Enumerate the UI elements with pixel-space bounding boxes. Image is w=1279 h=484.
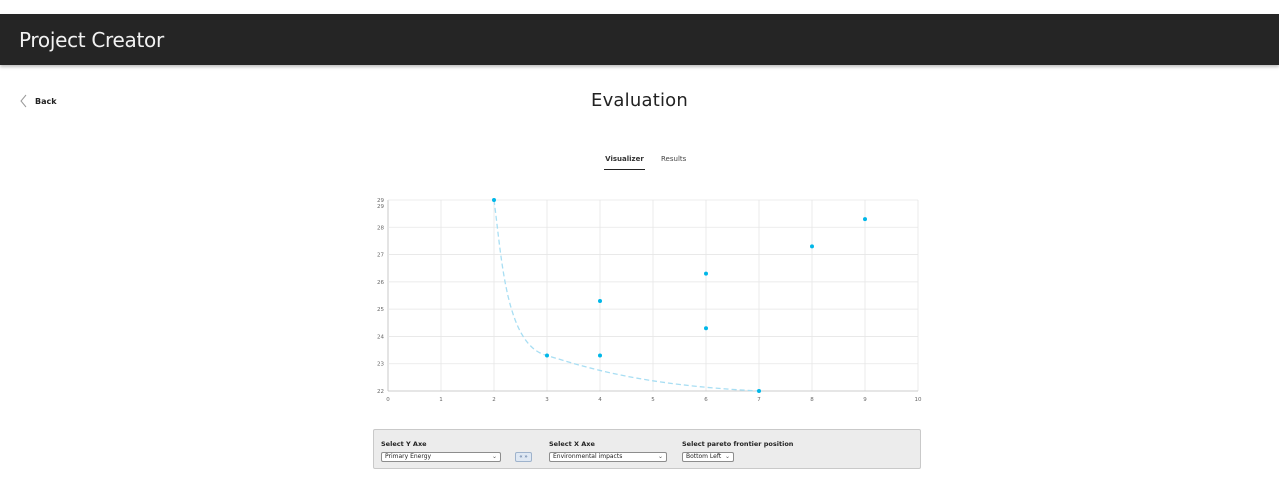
- scatter-chart: 0 1 2 3 4 5 6 7 8 9 10222324252627282929: [377, 198, 922, 403]
- x-tick-label: 2: [492, 397, 496, 403]
- y-axis-label: Select Y Axe: [381, 440, 427, 448]
- data-point: [863, 217, 867, 222]
- y-tick-label: 22: [377, 389, 384, 395]
- y-tick-label: 28: [377, 225, 384, 231]
- pareto-frontier-line: [493, 199, 760, 392]
- data-point: [598, 298, 602, 303]
- x-tick-label: 5: [651, 397, 655, 403]
- x-tick-label: 6: [704, 397, 708, 403]
- x-axis-label: Select X Axe: [549, 440, 595, 448]
- pareto-position-value: Bottom Left: [686, 453, 722, 460]
- x-tick-label: 0: [386, 397, 390, 403]
- y-tick-label: 29: [377, 204, 384, 210]
- tab-visualizer[interactable]: Visualizer: [604, 155, 645, 170]
- pareto-position-select[interactable]: Bottom Left ⌄: [682, 452, 734, 462]
- data-point: [492, 198, 496, 202]
- x-tick-label: 8: [810, 397, 814, 403]
- x-axis-select[interactable]: Environmental impacts ⌄: [549, 452, 667, 462]
- top-margin: [0, 0, 1279, 14]
- x-tick-label: 9: [863, 397, 867, 403]
- chevron-down-icon: ⌄: [657, 453, 663, 460]
- y-tick-label: 24: [377, 334, 384, 340]
- chevron-down-icon: ⌄: [724, 453, 730, 460]
- data-point: [545, 353, 549, 358]
- data-point: [598, 353, 602, 358]
- app-title: Project Creator: [19, 28, 164, 52]
- pareto-position-label: Select pareto frontier position: [682, 440, 794, 448]
- x-tick-label: 3: [545, 397, 549, 403]
- y-tick-label: 27: [377, 253, 384, 259]
- x-tick-label: 7: [757, 397, 761, 403]
- y-tick-label: 26: [377, 280, 384, 286]
- page-title: Evaluation: [591, 90, 688, 111]
- data-point: [704, 271, 708, 276]
- tab-bar: Visualizer Results: [604, 155, 686, 170]
- app-bar: Project Creator: [0, 14, 1279, 65]
- axis-controls-panel: Select Y Axe Primary Energy ⌄ « » Select…: [373, 429, 921, 469]
- x-tick-label: 10: [915, 397, 922, 403]
- y-tick-label: 25: [377, 307, 384, 313]
- data-point: [704, 326, 708, 331]
- y-axis-value: Primary Energy: [385, 453, 432, 460]
- x-tick-label: 4: [598, 397, 602, 403]
- chevron-down-icon: ⌄: [491, 453, 497, 460]
- swap-axes-button[interactable]: « »: [515, 452, 532, 462]
- data-point: [757, 389, 761, 393]
- tab-results[interactable]: Results: [661, 155, 686, 170]
- x-tick-label: 1: [439, 397, 443, 403]
- data-point: [810, 244, 814, 249]
- y-axis-select[interactable]: Primary Energy ⌄: [381, 452, 501, 462]
- x-axis-value: Environmental impacts: [553, 453, 623, 460]
- y-tick-label: 23: [377, 362, 384, 368]
